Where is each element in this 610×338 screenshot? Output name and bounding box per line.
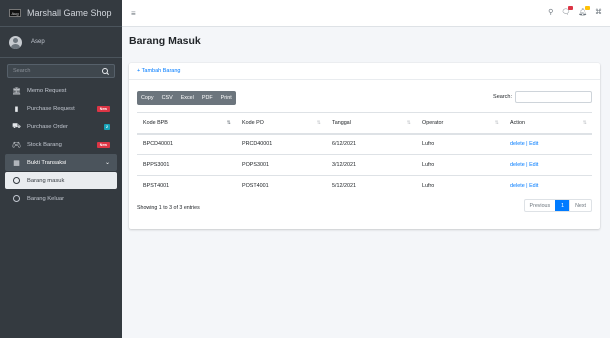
search-icon[interactable] [102,67,109,75]
delete-edit-link[interactable]: delete | Edit [510,183,538,189]
cell-kode-bpb: BPPS3001 [137,154,236,176]
sort-icon: ⇅ [226,119,231,126]
page-1-button[interactable]: 1 [555,200,571,211]
topbar-icons: ⚲ 🗨︎ 🔔︎ ⌘ [548,6,602,16]
column-header-kode-po[interactable]: Kode PO ⇅ [236,112,326,135]
sidebar-search-input[interactable] [13,68,93,74]
sidebar-item-memo-request[interactable]: 🏛︎ Memo Request [5,82,117,99]
expand-icon[interactable]: ⌘ [595,8,602,16]
data-table: Kode BPB ⇅ Kode PO ⇅ Tanggal ⇅ Operator ⇅ Ac… [137,112,592,197]
print-button[interactable]: Print [217,91,236,105]
sidebar-item-barang-keluar[interactable]: Barang Keluar [5,190,117,207]
truck-icon: ⛟︎ [12,123,21,130]
gamepad-icon: 🎮︎ [12,141,21,149]
excel-button[interactable]: Excel [177,91,198,105]
circle-icon [13,195,20,202]
column-header-operator[interactable]: Operator ⇅ [416,112,504,135]
avatar [9,35,22,49]
cell-action: delete | Edit [504,154,592,176]
search-icon[interactable]: ⚲ [548,8,553,16]
sidebar-item-bukti-transaksi[interactable]: ▦ Bukti Transaksi ⌄ [5,154,117,171]
table-row: BPCD40001 PRCD40001 6/12/2021 Lufro dele… [137,133,592,155]
cell-tanggal: 3/12/2021 [326,154,416,176]
sidebar-item-label: Stock Barang [27,141,62,148]
table-info: Showing 1 to 3 of 3 entries [137,205,200,211]
pagination: Previous 1 Next [523,199,592,212]
sidebar-item-label: Bukti Transaksi [27,159,67,166]
new-badge: New [96,105,110,112]
cell-tanggal: 5/12/2021 [326,175,416,197]
bell-icon[interactable]: 🔔︎ [578,6,590,16]
page-title: Barang Masuk [129,35,201,47]
hamburger-icon[interactable]: ≡ [131,9,136,18]
comments-icon[interactable]: 🗨︎ [561,6,574,16]
chevron-down-icon: ⌄ [104,160,110,166]
user-panel[interactable]: Asep [0,27,122,58]
sidebar-search [7,64,115,78]
pdf-button[interactable]: PDF [198,91,217,105]
card-header: + Tambah Barang [129,63,600,80]
next-button[interactable]: Next [570,200,591,211]
sort-icon: ⇅ [494,119,499,126]
sidebar-item-label: Purchase Request [27,105,75,112]
user-name[interactable]: Asep [31,39,45,45]
copy-button[interactable]: Copy [137,91,158,105]
cell-operator: Lufro [416,154,504,176]
cell-operator: Lufro [416,133,504,155]
sidebar: Aug Marshall Game Shop Asep 🏛︎ Memo Requ… [0,0,122,338]
column-header-action[interactable]: Action ⇅ [504,112,592,135]
previous-button[interactable]: Previous [525,200,556,211]
table-icon: ▦ [13,159,20,167]
cell-action: delete | Edit [504,133,592,155]
cell-action: delete | Edit [504,175,592,197]
brand-logo: Aug [9,9,21,17]
data-card: + Tambah Barang Copy CSV Excel PDF Print… [129,63,600,229]
sidebar-item-purchase-request[interactable]: ▮ Purchase Request New [5,100,117,117]
table-row: BPST4001 POST4001 5/12/2021 Lufro delete… [137,175,592,197]
cell-kode-po: PRCD40001 [236,133,326,155]
sidebar-nav: 🏛︎ Memo Request ▮ Purchase Request New ⛟… [0,82,122,207]
table-header-row: Kode BPB ⇅ Kode PO ⇅ Tanggal ⇅ Operator ⇅ Ac… [137,112,592,135]
brand-title: Marshall Game Shop [27,8,112,18]
sort-icon: ⇅ [316,119,321,126]
csv-button[interactable]: CSV [158,91,177,105]
main-content: Barang Masuk + Tambah Barang Copy CSV Ex… [122,27,610,338]
table-search-input[interactable] [515,91,592,103]
topbar: ≡ ⚲ 🗨︎ 🔔︎ ⌘ [122,0,610,27]
sidebar-item-label: Barang masuk [27,177,65,184]
sidebar-item-label: Memo Request [27,87,67,94]
add-barang-link[interactable]: + Tambah Barang [137,68,180,74]
cell-kode-po: POST4001 [236,175,326,197]
cell-operator: Lufro [416,175,504,197]
delete-edit-link[interactable]: delete | Edit [510,162,538,168]
file-icon: ▮ [14,105,19,113]
count-badge: 2 [104,123,110,130]
search-label: Search: [493,94,512,100]
cell-kode-po: POPS3001 [236,154,326,176]
sidebar-item-label: Purchase Order [27,123,68,130]
cell-kode-bpb: BPST4001 [137,175,236,197]
column-header-kode-bpb[interactable]: Kode BPB ⇅ [137,112,236,135]
sidebar-item-stock-barang[interactable]: 🎮︎ Stock Barang New [5,136,117,153]
circle-icon [13,177,20,184]
sidebar-item-label: Barang Keluar [27,195,65,202]
bank-icon: 🏛︎ [12,87,21,95]
delete-edit-link[interactable]: delete | Edit [510,141,538,147]
column-header-tanggal[interactable]: Tanggal ⇅ [326,112,416,135]
sidebar-item-barang-masuk[interactable]: Barang masuk [5,172,117,189]
sort-icon: ⇅ [406,119,411,126]
cell-tanggal: 6/12/2021 [326,133,416,155]
brand[interactable]: Aug Marshall Game Shop [0,0,122,27]
export-toolbar: Copy CSV Excel PDF Print [137,91,236,105]
table-row: BPPS3001 POPS3001 3/12/2021 Lufro delete… [137,154,592,176]
table-search: Search: [493,91,592,103]
new-badge: New [96,141,110,148]
sort-icon: ⇅ [582,119,587,126]
sidebar-item-purchase-order[interactable]: ⛟︎ Purchase Order 2 [5,118,117,135]
cell-kode-bpb: BPCD40001 [137,133,236,155]
